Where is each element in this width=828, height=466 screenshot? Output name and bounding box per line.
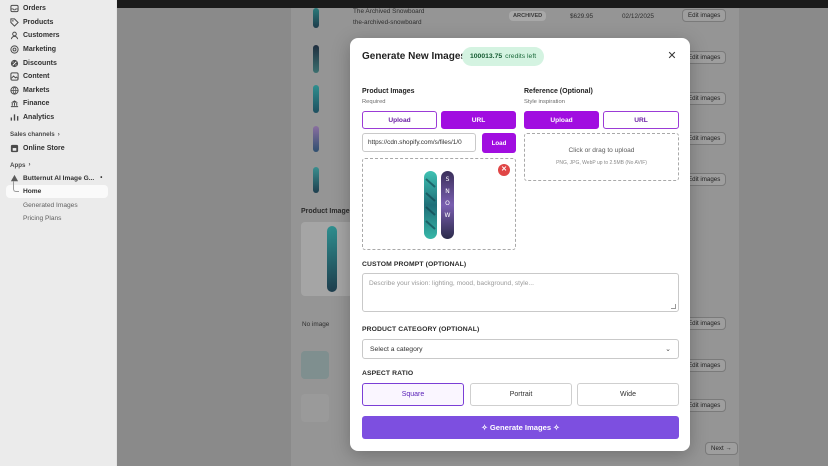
edit-images-button[interactable]: Edit images: [682, 9, 727, 22]
product-images-heading: Product Images: [301, 208, 354, 215]
modal-title: Generate New Images: [362, 51, 466, 62]
app-subitem-generated-images[interactable]: Generated Images: [0, 198, 116, 212]
sales-channels-header[interactable]: Sales channels ›: [0, 128, 116, 141]
credits-value: 100013.75: [470, 53, 503, 60]
row-price: $629.95: [570, 13, 594, 20]
custom-prompt-placeholder: Describe your vision: lighting, mood, ba…: [369, 280, 534, 287]
sidebar-item-label: Analytics: [23, 114, 55, 122]
aspect-portrait-option[interactable]: Portrait: [470, 383, 572, 406]
reference-label: Reference (Optional): [524, 88, 593, 95]
svg-text:S: S: [446, 176, 450, 183]
custom-prompt-input[interactable]: Describe your vision: lighting, mood, ba…: [362, 273, 679, 312]
sidebar-item-label: Discounts: [23, 59, 57, 67]
bank-icon: [10, 99, 19, 108]
product-thumbnail: [301, 394, 329, 422]
sidebar-item-content[interactable]: Content: [0, 70, 116, 84]
chart-icon: [10, 113, 19, 122]
no-image-label: No image: [302, 321, 330, 328]
snowboard-image: S N O W: [424, 171, 454, 239]
sidebar-item-label: Markets: [23, 86, 50, 94]
dropzone-text: Click or drag to upload: [568, 147, 635, 154]
content-icon: [10, 72, 19, 81]
globe-icon: [10, 86, 19, 95]
store-icon: [10, 144, 19, 153]
sidebar-item-label: Customers: [23, 32, 60, 40]
row-handle: the-archived-snowboard: [353, 19, 422, 26]
reference-sublabel: Style inspiration: [524, 99, 565, 105]
chevron-right-icon: ›: [28, 162, 31, 169]
sidebar-item-label: Orders: [23, 5, 46, 13]
product-url-tab[interactable]: URL: [441, 111, 516, 129]
resize-handle-icon[interactable]: [671, 304, 676, 309]
sidebar-item-finance[interactable]: Finance: [0, 97, 116, 111]
tag-icon: [10, 18, 19, 27]
reference-url-tab[interactable]: URL: [603, 111, 679, 129]
more-dot-icon[interactable]: •: [100, 175, 102, 181]
snowboard-thumbnail: [313, 85, 319, 113]
sidebar-item-online-store[interactable]: Online Store: [0, 141, 116, 155]
credits-badge: 100013.75 credits left: [462, 47, 545, 66]
svg-text:O: O: [445, 200, 450, 207]
sidebar-item-label: Finance: [23, 100, 50, 108]
generate-images-button[interactable]: ✧ Generate Images ✧: [362, 416, 679, 439]
snowboard-thumbnail: [313, 45, 319, 73]
aspect-wide-option[interactable]: Wide: [577, 383, 679, 406]
category-select[interactable]: Select a category ⌄: [362, 339, 679, 359]
sidebar-item-label: Products: [23, 18, 54, 26]
sidebar-item-analytics[interactable]: Analytics: [0, 111, 116, 125]
sidebar-item-customers[interactable]: Customers: [0, 29, 116, 43]
discount-icon: [10, 59, 19, 68]
product-thumbnail: [301, 351, 329, 379]
credits-suffix: credits left: [505, 53, 537, 60]
svg-text:N: N: [445, 188, 450, 195]
next-page-button[interactable]: Next →: [705, 442, 738, 455]
snowboard-thumbnail: [327, 226, 337, 292]
person-icon: [10, 31, 19, 40]
remove-image-icon[interactable]: ✕: [498, 164, 510, 176]
reference-upload-tab[interactable]: Upload: [524, 111, 599, 129]
custom-prompt-label: CUSTOM PROMPT (OPTIONAL): [362, 261, 467, 268]
row-date: 02/12/2025: [622, 13, 654, 20]
apps-header[interactable]: Apps ›: [0, 159, 116, 172]
category-label: PRODUCT CATEGORY (OPTIONAL): [362, 326, 480, 333]
row-title: The Archived Snowboard: [353, 8, 425, 15]
product-upload-tab[interactable]: Upload: [362, 111, 437, 129]
sidebar-item-discounts[interactable]: Discounts: [0, 56, 116, 70]
chevron-down-icon: ⌄: [665, 346, 671, 353]
app-name: Butternut AI Image G...: [23, 174, 95, 182]
load-button[interactable]: Load: [482, 133, 516, 153]
status-badge: ARCHIVED: [509, 11, 547, 21]
orders-icon: [10, 4, 19, 13]
close-icon[interactable]: ✕: [667, 51, 677, 62]
svg-text:W: W: [445, 212, 451, 219]
sidebar-item-marketing[interactable]: Marketing: [0, 43, 116, 57]
dropzone-hint: PNG, JPG, WebP up to 2.5MB (No AVIF): [556, 160, 647, 166]
generate-images-modal: Generate New Images 100013.75 credits le…: [350, 38, 690, 451]
image-url-input[interactable]: https://cdn.shopify.com/s/files/1/0: [362, 133, 476, 152]
aspect-ratio-label: ASPECT RATIO: [362, 370, 414, 377]
product-image-preview: S N O W: [362, 158, 516, 250]
sidebar-item-products[interactable]: Products: [0, 16, 116, 30]
snowboard-thumbnail: [313, 8, 319, 28]
snowboard-thumbnail: [313, 167, 319, 193]
sidebar-item-label: Online Store: [23, 144, 65, 152]
sidebar-item-orders[interactable]: Orders: [0, 2, 116, 16]
product-images-required: Required: [362, 99, 386, 105]
sidebar-item-label: Marketing: [23, 46, 57, 54]
app-subitem-pricing-plans[interactable]: Pricing Plans: [0, 212, 116, 226]
reference-dropzone[interactable]: Click or drag to upload PNG, JPG, WebP u…: [524, 133, 679, 181]
sidebar-item-label: Content: [23, 73, 50, 81]
aspect-square-option[interactable]: Square: [362, 383, 464, 406]
target-icon: [10, 45, 19, 54]
sidebar-item-markets[interactable]: Markets: [0, 84, 116, 98]
product-images-label: Product Images: [362, 88, 415, 95]
category-selected-value: Select a category: [370, 345, 423, 353]
app-subitem-home[interactable]: Home: [6, 181, 108, 199]
chevron-right-icon: ›: [57, 131, 60, 138]
sidebar: Orders Products Customers Marketing Disc…: [0, 0, 117, 466]
snowboard-thumbnail: [313, 126, 319, 152]
admin-top-bar: [0, 0, 828, 8]
